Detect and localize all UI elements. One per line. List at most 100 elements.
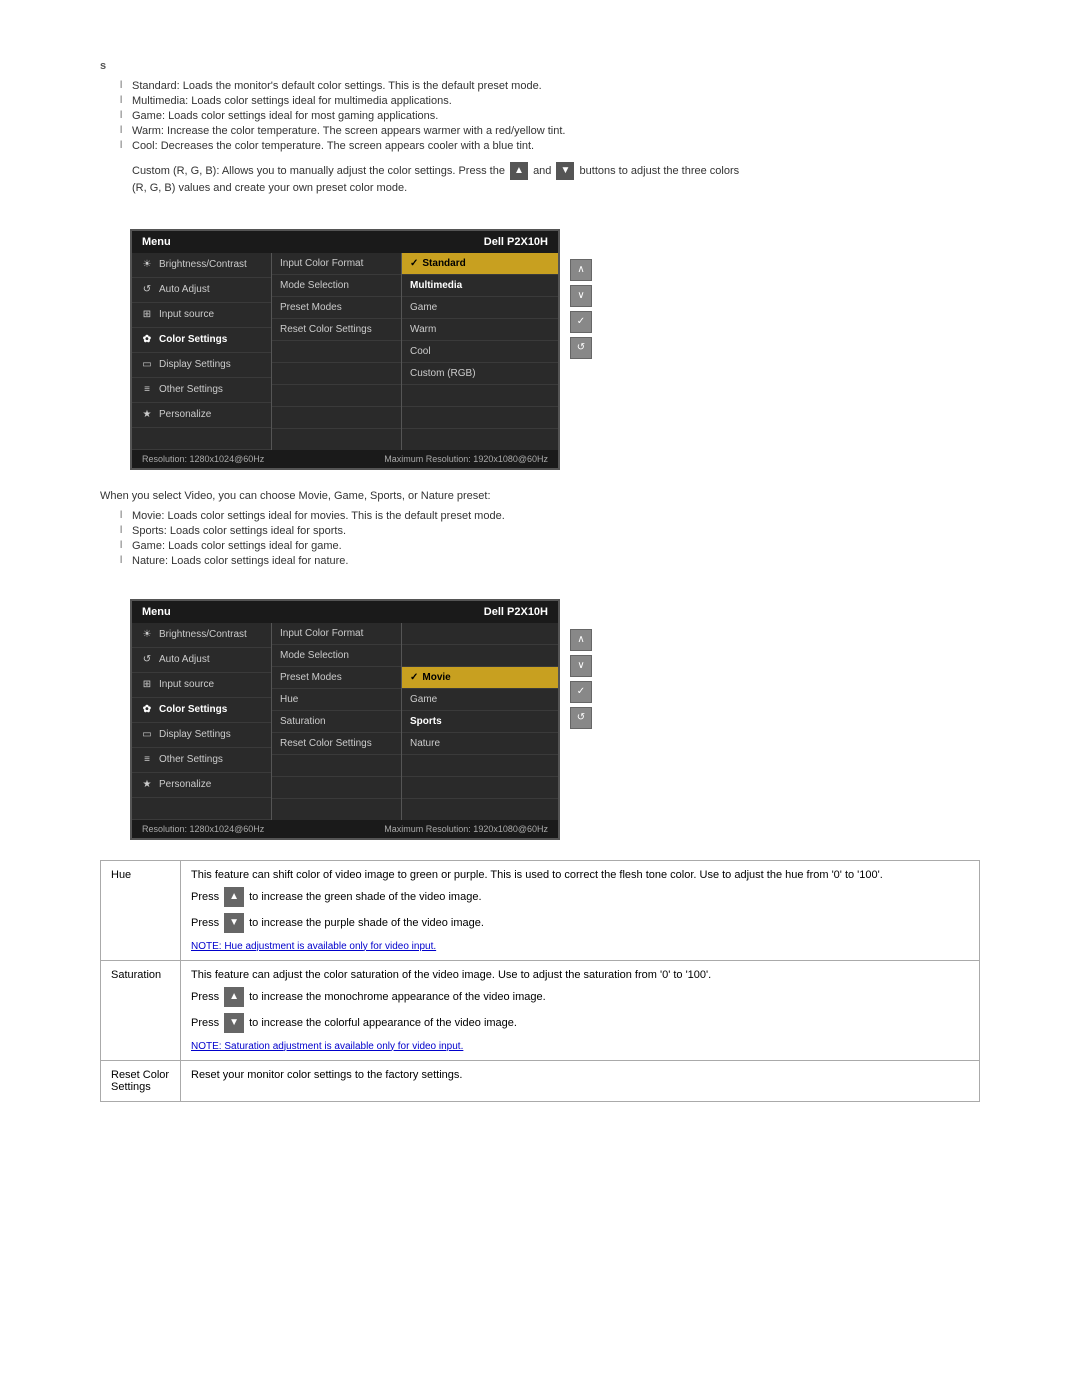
osd-mid-empty3: [272, 385, 401, 407]
osd2-left-brightness[interactable]: ☀ Brightness/Contrast: [132, 623, 271, 648]
hue-press2-text: to increase the purple shade of the vide…: [249, 917, 484, 929]
osd-left-other[interactable]: ≡ Other Settings: [132, 378, 271, 403]
osd2-mid-modesel[interactable]: Mode Selection: [272, 645, 401, 667]
osd-left-display[interactable]: ▭ Display Settings: [132, 353, 271, 378]
other2-icon: ≡: [140, 753, 154, 767]
osd-middle-2: Input Color Format Mode Selection Preset…: [272, 623, 402, 820]
reset-content: Reset your monitor color settings to the…: [181, 1060, 980, 1101]
osd-mid-empty2: [272, 363, 401, 385]
osd2-down-btn[interactable]: ∨: [570, 655, 592, 677]
osd2-ok-btn[interactable]: ✓: [570, 681, 592, 703]
osd2-right-movie[interactable]: ✓ Movie: [402, 667, 558, 689]
osd2-left-empty: [132, 798, 271, 820]
osd2-left-autoadjust[interactable]: ↺ Auto Adjust: [132, 648, 271, 673]
osd2-mid-hue[interactable]: Hue: [272, 689, 401, 711]
saturation-row: Saturation This feature can adjust the c…: [101, 960, 980, 1060]
video-bullet-nature: Nature: Loads color settings ideal for n…: [120, 555, 980, 567]
osd2-mid-inputcolor[interactable]: Input Color Format: [272, 623, 401, 645]
osd1-up-btn[interactable]: ∧: [570, 259, 592, 281]
osd2-right-empty2: [402, 645, 558, 667]
bullet-multimedia: Multimedia: Loads color settings ideal f…: [120, 95, 980, 107]
osd-left-autoadjust[interactable]: ↺ Auto Adjust: [132, 278, 271, 303]
hue-content: This feature can shift color of video im…: [181, 860, 980, 960]
reset-intro: Reset your monitor color settings to the…: [191, 1069, 969, 1081]
video-bullet-sports: Sports: Loads color settings ideal for s…: [120, 525, 980, 537]
osd2-mid-saturation[interactable]: Saturation: [272, 711, 401, 733]
osd-right-multimedia[interactable]: Multimedia: [402, 275, 558, 297]
osd-mid-inputcolor[interactable]: Input Color Format: [272, 253, 401, 275]
osd-right-warm[interactable]: Warm: [402, 319, 558, 341]
osd1-ok-btn[interactable]: ✓: [570, 311, 592, 333]
other-icon: ≡: [140, 383, 154, 397]
osd1-down-btn[interactable]: ∨: [570, 285, 592, 307]
osd-mid-modesel[interactable]: Mode Selection: [272, 275, 401, 297]
osd2-up-btn[interactable]: ∧: [570, 629, 592, 651]
down-btn-sat[interactable]: ▼: [224, 1013, 244, 1033]
bullet-cool: Cool: Decreases the color temperature. T…: [120, 140, 980, 152]
osd-right-empty2: [402, 407, 558, 429]
autoadjust-icon: ↺: [140, 283, 154, 297]
osd2-left-display[interactable]: ▭ Display Settings: [132, 723, 271, 748]
osd-left-input[interactable]: ⊞ Input source: [132, 303, 271, 328]
osd-right-cool[interactable]: Cool: [402, 341, 558, 363]
osd-mid-empty4: [272, 407, 401, 429]
osd-right-game[interactable]: Game: [402, 297, 558, 319]
osd2-mid-empty1: [272, 755, 401, 777]
personalize-icon: ★: [140, 408, 154, 422]
osd2-left-personalize[interactable]: ★ Personalize: [132, 773, 271, 798]
osd2-right-empty1: [402, 623, 558, 645]
down-arrow-icon: ▼: [556, 162, 574, 180]
osd-right-1: ✓ Standard Multimedia Game Warm Cool Cus…: [402, 253, 558, 450]
hue-press1-text: to increase the green shade of the video…: [249, 891, 481, 903]
osd-right-standard[interactable]: ✓ Standard: [402, 253, 558, 275]
hue-press1: Press ▲ to increase the green shade of t…: [191, 887, 969, 907]
osd2-right-nature[interactable]: Nature: [402, 733, 558, 755]
top-section: Standard: Loads the monitor's default co…: [100, 80, 980, 197]
hue-note: NOTE: Hue adjustment is available only f…: [191, 941, 969, 952]
down-btn-hue[interactable]: ▼: [224, 913, 244, 933]
osd-mid-reset[interactable]: Reset Color Settings: [272, 319, 401, 341]
saturation-press2-text: to increase the colorful appearance of t…: [249, 1017, 517, 1029]
osd-middle-1: Input Color Format Mode Selection Preset…: [272, 253, 402, 450]
osd2-mid-preset[interactable]: Preset Modes: [272, 667, 401, 689]
saturation-press1: Press ▲ to increase the monochrome appea…: [191, 987, 969, 1007]
osd2-right-game[interactable]: Game: [402, 689, 558, 711]
up-btn-sat[interactable]: ▲: [224, 987, 244, 1007]
osd-model-1: Dell P2X10H: [484, 236, 548, 248]
osd-right-custom[interactable]: Custom (RGB): [402, 363, 558, 385]
osd-maxres-2: Maximum Resolution: 1920x1080@60Hz: [384, 824, 548, 834]
osd2-mid-reset[interactable]: Reset Color Settings: [272, 733, 401, 755]
video-section: When you select Video, you can choose Mo…: [100, 490, 980, 567]
osd2-back-btn[interactable]: ↺: [570, 707, 592, 729]
press-label-hue1: Press: [191, 891, 219, 903]
reset-color-row: Reset Color Settings Reset your monitor …: [101, 1060, 980, 1101]
osd2-right-sports[interactable]: Sports: [402, 711, 558, 733]
osd-res-1: Resolution: 1280x1024@60Hz: [142, 454, 264, 464]
osd1-back-btn[interactable]: ↺: [570, 337, 592, 359]
brightness2-icon: ☀: [140, 628, 154, 642]
osd-menu-1: Menu Dell P2X10H ☀ Brightness/Contrast ↺…: [130, 229, 560, 470]
osd2-right-empty4: [402, 777, 558, 799]
top-label: s: [100, 60, 980, 72]
osd-right-empty1: [402, 385, 558, 407]
saturation-content: This feature can adjust the color satura…: [181, 960, 980, 1060]
osd2-left-input[interactable]: ⊞ Input source: [132, 673, 271, 698]
osd-left-brightness[interactable]: ☀ Brightness/Contrast: [132, 253, 271, 278]
press-label-sat2: Press: [191, 1017, 219, 1029]
osd-left-personalize[interactable]: ★ Personalize: [132, 403, 271, 428]
osd2-left-other[interactable]: ≡ Other Settings: [132, 748, 271, 773]
osd-menu-2: Menu Dell P2X10H ☀ Brightness/Contrast ↺…: [130, 599, 560, 840]
osd-left-1: ☀ Brightness/Contrast ↺ Auto Adjust ⊞ In…: [132, 253, 272, 450]
input-icon: ⊞: [140, 308, 154, 322]
osd-mid-preset[interactable]: Preset Modes: [272, 297, 401, 319]
osd2-left-color[interactable]: ✿ Color Settings: [132, 698, 271, 723]
osd-title-1: Menu: [142, 236, 171, 248]
display-icon: ▭: [140, 358, 154, 372]
press-label-sat1: Press: [191, 991, 219, 1003]
osd-footer-2: Resolution: 1280x1024@60Hz Maximum Resol…: [132, 820, 558, 838]
hue-press2: Press ▼ to increase the purple shade of …: [191, 913, 969, 933]
up-btn-hue[interactable]: ▲: [224, 887, 244, 907]
osd-left-color[interactable]: ✿ Color Settings: [132, 328, 271, 353]
hue-intro: This feature can shift color of video im…: [191, 869, 969, 881]
video-bullet-game: Game: Loads color settings ideal for gam…: [120, 540, 980, 552]
